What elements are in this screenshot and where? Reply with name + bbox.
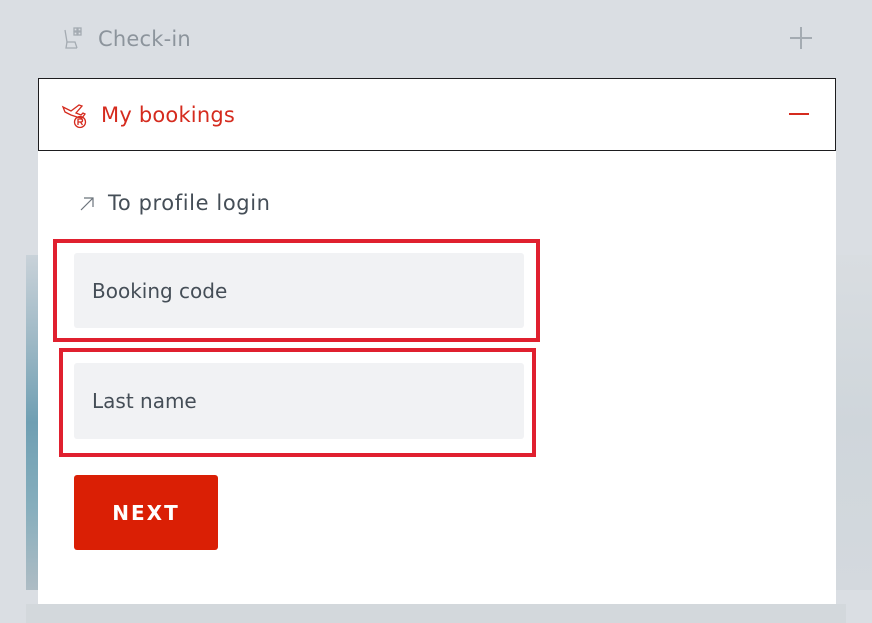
background-photo (26, 255, 38, 590)
my-bookings-panel: To profile login NEXT (38, 151, 836, 604)
page: Check-in My bookings To profile login Bo… (0, 0, 872, 623)
seat-icon (62, 26, 84, 52)
next-button[interactable]: NEXT (74, 475, 218, 550)
plane-registered-icon (61, 101, 89, 129)
accordion-checkin[interactable]: Check-in (38, 0, 836, 78)
last-name-input[interactable] (74, 363, 524, 439)
background-photo-right (836, 255, 872, 590)
accordion-checkin-label: Check-in (98, 27, 191, 51)
plus-icon[interactable] (790, 27, 812, 49)
accordion-my-bookings[interactable]: My bookings (38, 78, 836, 151)
booking-code-input[interactable] (74, 253, 524, 328)
minus-icon[interactable] (789, 113, 809, 115)
background-strip (26, 604, 846, 623)
arrow-up-right-icon (80, 196, 94, 211)
profile-login-link[interactable]: To profile login (80, 191, 271, 215)
accordion-my-bookings-label: My bookings (101, 102, 236, 127)
profile-login-label: To profile login (108, 191, 271, 215)
